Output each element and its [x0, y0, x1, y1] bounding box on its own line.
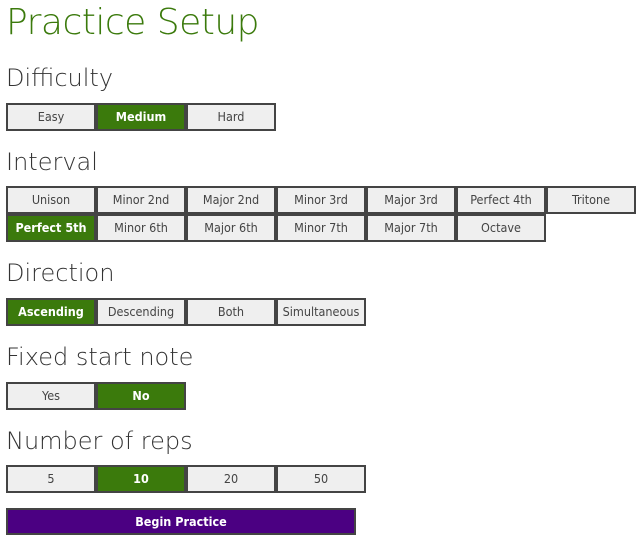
interval-perfect-4th-button[interactable]: Perfect 4th	[456, 186, 546, 214]
reps-50-button[interactable]: 50	[276, 465, 366, 493]
interval-unison-button[interactable]: Unison	[6, 186, 96, 214]
interval-major-6th-button[interactable]: Major 6th	[186, 214, 276, 242]
fixed-start-options: Yes No	[6, 382, 638, 410]
interval-major-2nd-button[interactable]: Major 2nd	[186, 186, 276, 214]
fixed-start-heading: Fixed start note	[6, 343, 194, 371]
interval-options: Unison Minor 2nd Major 2nd Minor 3rd Maj…	[6, 186, 638, 242]
reps-heading: Number of reps	[6, 427, 193, 455]
begin-practice-button[interactable]: Begin Practice	[6, 508, 356, 535]
difficulty-heading: Difficulty	[6, 64, 114, 92]
interval-octave-button[interactable]: Octave	[456, 214, 546, 242]
difficulty-hard-button[interactable]: Hard	[186, 103, 276, 131]
reps-options: 5 10 20 50	[6, 465, 638, 493]
interval-minor-2nd-button[interactable]: Minor 2nd	[96, 186, 186, 214]
direction-options: Ascending Descending Both Simultaneous	[6, 298, 638, 326]
direction-descending-button[interactable]: Descending	[96, 298, 186, 326]
direction-simultaneous-button[interactable]: Simultaneous	[276, 298, 366, 326]
reps-10-button[interactable]: 10	[96, 465, 186, 493]
direction-ascending-button[interactable]: Ascending	[6, 298, 96, 326]
fixed-start-yes-button[interactable]: Yes	[6, 382, 96, 410]
direction-both-button[interactable]: Both	[186, 298, 276, 326]
interval-minor-3rd-button[interactable]: Minor 3rd	[276, 186, 366, 214]
interval-minor-7th-button[interactable]: Minor 7th	[276, 214, 366, 242]
interval-heading: Interval	[6, 148, 98, 176]
interval-perfect-5th-button[interactable]: Perfect 5th	[6, 214, 96, 242]
difficulty-options: Easy Medium Hard	[6, 103, 638, 131]
difficulty-easy-button[interactable]: Easy	[6, 103, 96, 131]
direction-heading: Direction	[6, 259, 115, 287]
interval-major-7th-button[interactable]: Major 7th	[366, 214, 456, 242]
interval-major-3rd-button[interactable]: Major 3rd	[366, 186, 456, 214]
page-title: Practice Setup	[6, 2, 260, 43]
reps-20-button[interactable]: 20	[186, 465, 276, 493]
fixed-start-no-button[interactable]: No	[96, 382, 186, 410]
difficulty-medium-button[interactable]: Medium	[96, 103, 186, 131]
interval-minor-6th-button[interactable]: Minor 6th	[96, 214, 186, 242]
reps-5-button[interactable]: 5	[6, 465, 96, 493]
interval-tritone-button[interactable]: Tritone	[546, 186, 636, 214]
